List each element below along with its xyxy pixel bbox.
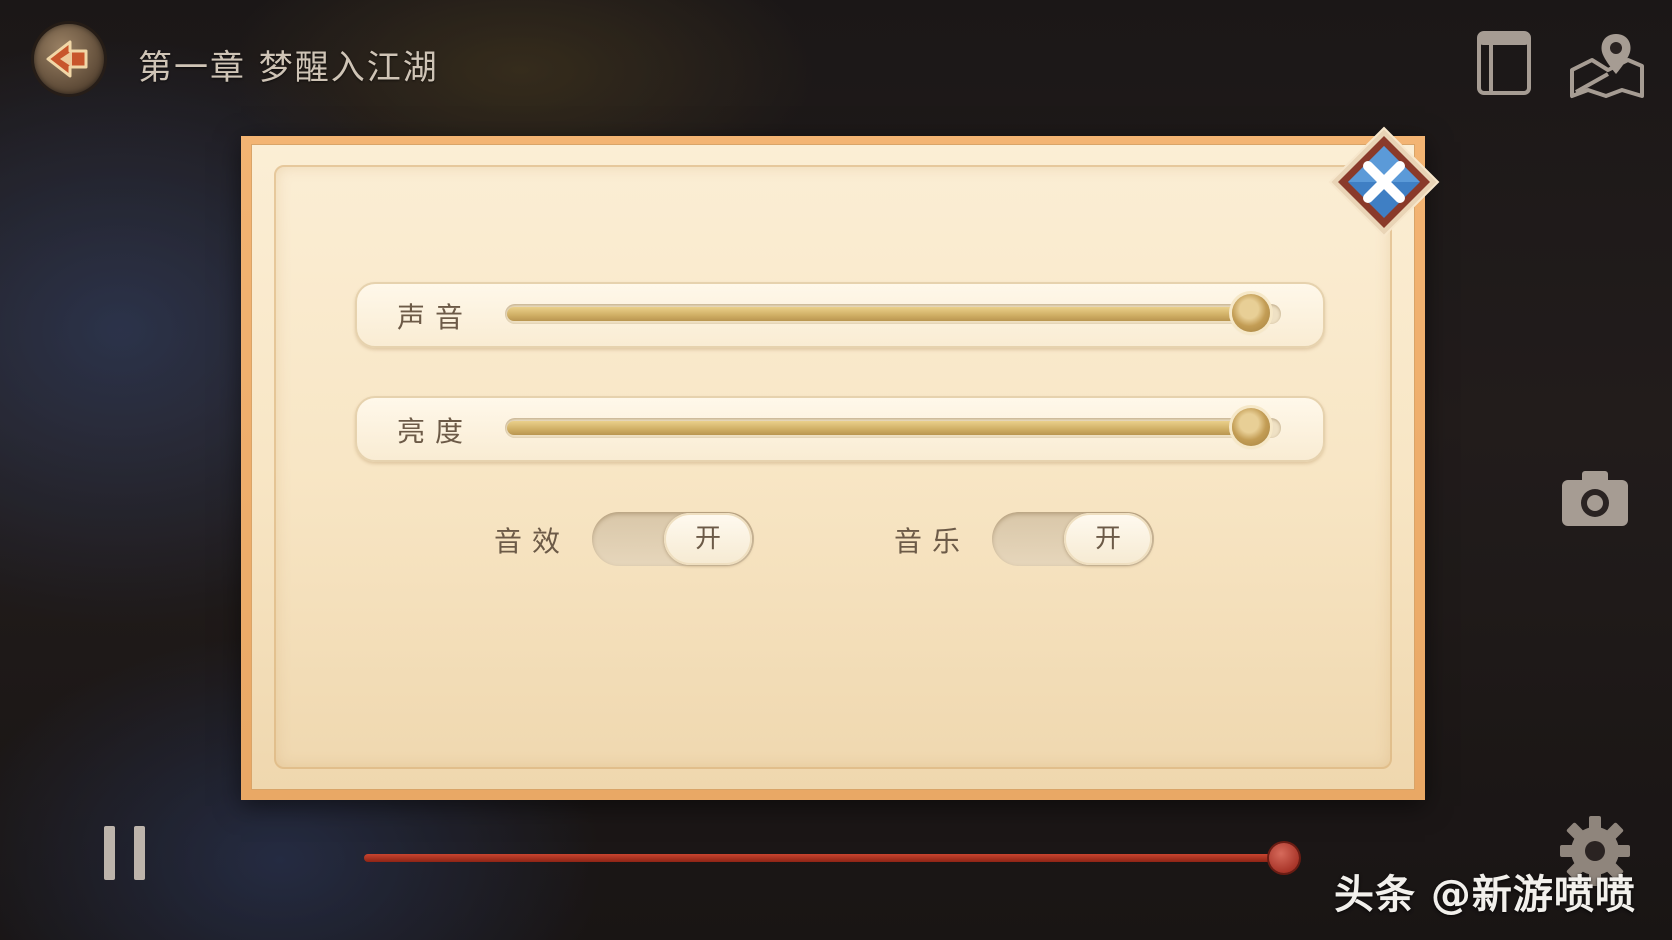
brightness-slider-fill bbox=[507, 421, 1253, 435]
music-label: 音乐 bbox=[894, 525, 971, 558]
close-icon bbox=[1328, 126, 1440, 238]
sound-slider-row: 声音 bbox=[355, 282, 1325, 348]
back-arrow-icon bbox=[46, 40, 88, 78]
chapter-title: 第一章 梦醒入江湖 bbox=[138, 48, 439, 88]
music-toggle-thumb: 开 bbox=[1064, 513, 1152, 565]
back-button[interactable] bbox=[34, 24, 104, 94]
brightness-slider-knob[interactable] bbox=[1232, 408, 1270, 446]
brightness-label: 亮度 bbox=[397, 415, 474, 448]
map-pin-icon[interactable] bbox=[1568, 30, 1646, 100]
brightness-slider-row: 亮度 bbox=[355, 396, 1325, 462]
camera-icon[interactable] bbox=[1560, 468, 1630, 528]
sfx-label: 音效 bbox=[494, 525, 571, 558]
playback-progress-bar[interactable] bbox=[364, 843, 1299, 873]
music-toggle[interactable]: 开 bbox=[992, 512, 1154, 566]
book-icon[interactable] bbox=[1476, 30, 1532, 96]
progress-fill bbox=[364, 854, 1284, 862]
brightness-slider[interactable] bbox=[505, 408, 1281, 446]
sound-label: 声音 bbox=[397, 301, 474, 334]
dialog-panel bbox=[251, 144, 1415, 790]
sound-slider-fill bbox=[507, 307, 1253, 321]
sound-slider[interactable] bbox=[505, 294, 1281, 332]
close-button[interactable] bbox=[1326, 124, 1442, 240]
dialog-frame bbox=[274, 165, 1392, 769]
pause-button[interactable] bbox=[104, 826, 146, 880]
sound-slider-knob[interactable] bbox=[1232, 294, 1270, 332]
progress-knob[interactable] bbox=[1269, 843, 1299, 873]
settings-dialog bbox=[241, 136, 1425, 800]
watermark: 头条 @新游喷喷 bbox=[1334, 872, 1636, 918]
sfx-toggle[interactable]: 开 bbox=[592, 512, 754, 566]
sfx-toggle-thumb: 开 bbox=[664, 513, 752, 565]
